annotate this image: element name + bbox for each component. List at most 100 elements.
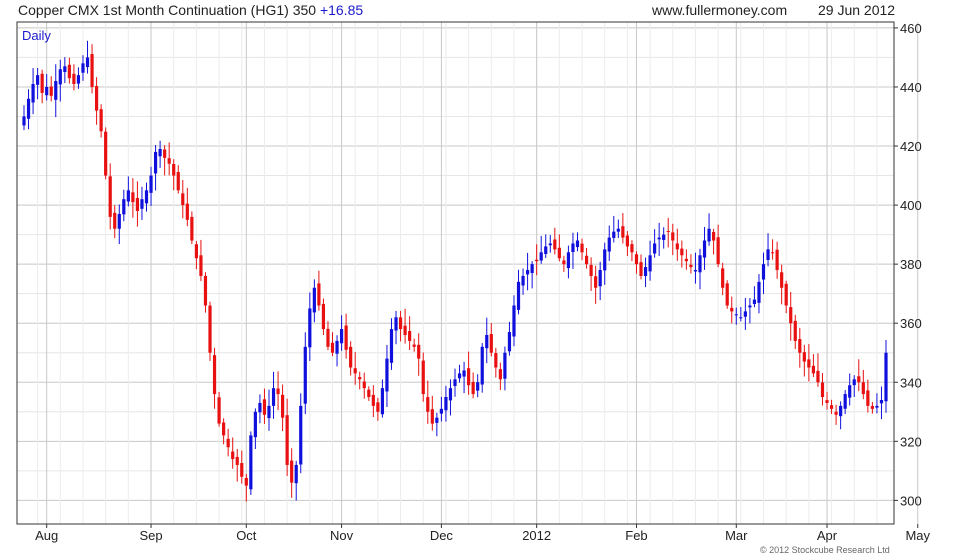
candle-body (757, 281, 761, 303)
y-tick-label: 440 (900, 80, 922, 95)
candle-body (281, 394, 285, 418)
candle-body (485, 335, 489, 349)
candle-body (389, 329, 394, 363)
candle-body (435, 417, 439, 423)
candle-body (54, 81, 58, 100)
candle-body (426, 397, 430, 412)
candle-body (630, 244, 634, 253)
candle-body (857, 376, 861, 383)
candle-body (848, 385, 852, 398)
x-tick-label: Mar (725, 528, 748, 543)
chart-grid (17, 22, 919, 524)
candle-body (716, 237, 720, 265)
candle-body (789, 307, 793, 324)
candle-body (584, 255, 589, 265)
candle-body (761, 264, 766, 280)
candle-body (639, 262, 643, 276)
candle-body (303, 346, 307, 404)
candle-body (798, 339, 802, 353)
candle-body (589, 264, 593, 276)
x-tick-label: Oct (236, 528, 257, 543)
candle-body (843, 394, 847, 409)
candle-body (712, 231, 716, 241)
candle-body (58, 69, 62, 85)
candle-body (494, 353, 498, 368)
candle-body (217, 397, 221, 424)
candle-body (172, 164, 176, 176)
candle-body (321, 303, 326, 330)
candle-body (698, 255, 702, 273)
candle-body (417, 344, 421, 359)
candle-body (294, 464, 298, 484)
candle-body (580, 243, 584, 253)
candle-body (616, 228, 620, 232)
y-tick-label: 320 (900, 434, 922, 449)
candle-body (816, 370, 820, 383)
y-tick-label: 400 (900, 198, 922, 213)
candle-body (516, 281, 521, 310)
candle-body (276, 388, 280, 395)
candle-body (380, 388, 385, 415)
candle-body (72, 73, 76, 85)
candle-body (476, 382, 480, 391)
y-tick-label: 380 (900, 257, 922, 272)
candle-body (185, 203, 189, 220)
candle-body (875, 405, 879, 408)
candle-body (535, 259, 539, 262)
candle-body (684, 258, 688, 262)
candle-body (498, 369, 502, 380)
candle-body (40, 73, 44, 93)
x-tick-label: Apr (817, 528, 838, 543)
candle-body (299, 405, 303, 465)
candle-body (117, 213, 121, 229)
candle-body (653, 243, 657, 254)
candle-body (194, 244, 198, 259)
candle-body (222, 422, 226, 436)
candle-body (634, 254, 639, 265)
candle-body (203, 276, 208, 306)
candle-body (693, 270, 698, 272)
copyright-notice: © 2012 Stockcube Research Ltd (760, 545, 890, 555)
candle-body (199, 255, 203, 276)
candle-body (457, 373, 462, 379)
candle-body (866, 390, 870, 406)
candle-body (376, 402, 380, 412)
candle-body (594, 276, 598, 288)
candle-body (90, 54, 94, 87)
candle-body (290, 460, 294, 483)
candle-body (557, 247, 561, 259)
candle-body (85, 57, 90, 68)
candle-body (743, 311, 747, 317)
candle-body (775, 249, 779, 271)
candle-body (571, 243, 575, 253)
candle-body (99, 109, 103, 132)
candle-body (702, 240, 707, 258)
candle-body (330, 342, 335, 353)
candle-body (562, 260, 566, 265)
candle-body (45, 86, 49, 96)
candle-body (598, 270, 602, 287)
candle-body (575, 240, 580, 248)
candle-body (662, 234, 666, 240)
candle-body (262, 399, 267, 415)
candle-body (444, 397, 448, 411)
candle-body (362, 381, 366, 389)
candle-body (829, 405, 834, 409)
candle-body (371, 394, 375, 406)
candle-body (512, 305, 516, 337)
y-tick-label: 300 (900, 493, 922, 508)
candle-body (607, 237, 611, 252)
candle-body (394, 317, 398, 331)
candle-body (879, 399, 884, 404)
candle-body (793, 320, 797, 341)
candle-body (784, 283, 788, 306)
candle-body (81, 63, 85, 73)
x-tick-label: Dec (430, 528, 454, 543)
candle-body (780, 272, 784, 288)
candlestick-series (22, 40, 888, 502)
candle-body (104, 131, 108, 176)
candle-body (349, 346, 353, 368)
candle-body (240, 463, 244, 477)
y-axis: 300 320 340 360 380 400 420 440 460 (894, 21, 922, 508)
candle-body (235, 456, 239, 465)
